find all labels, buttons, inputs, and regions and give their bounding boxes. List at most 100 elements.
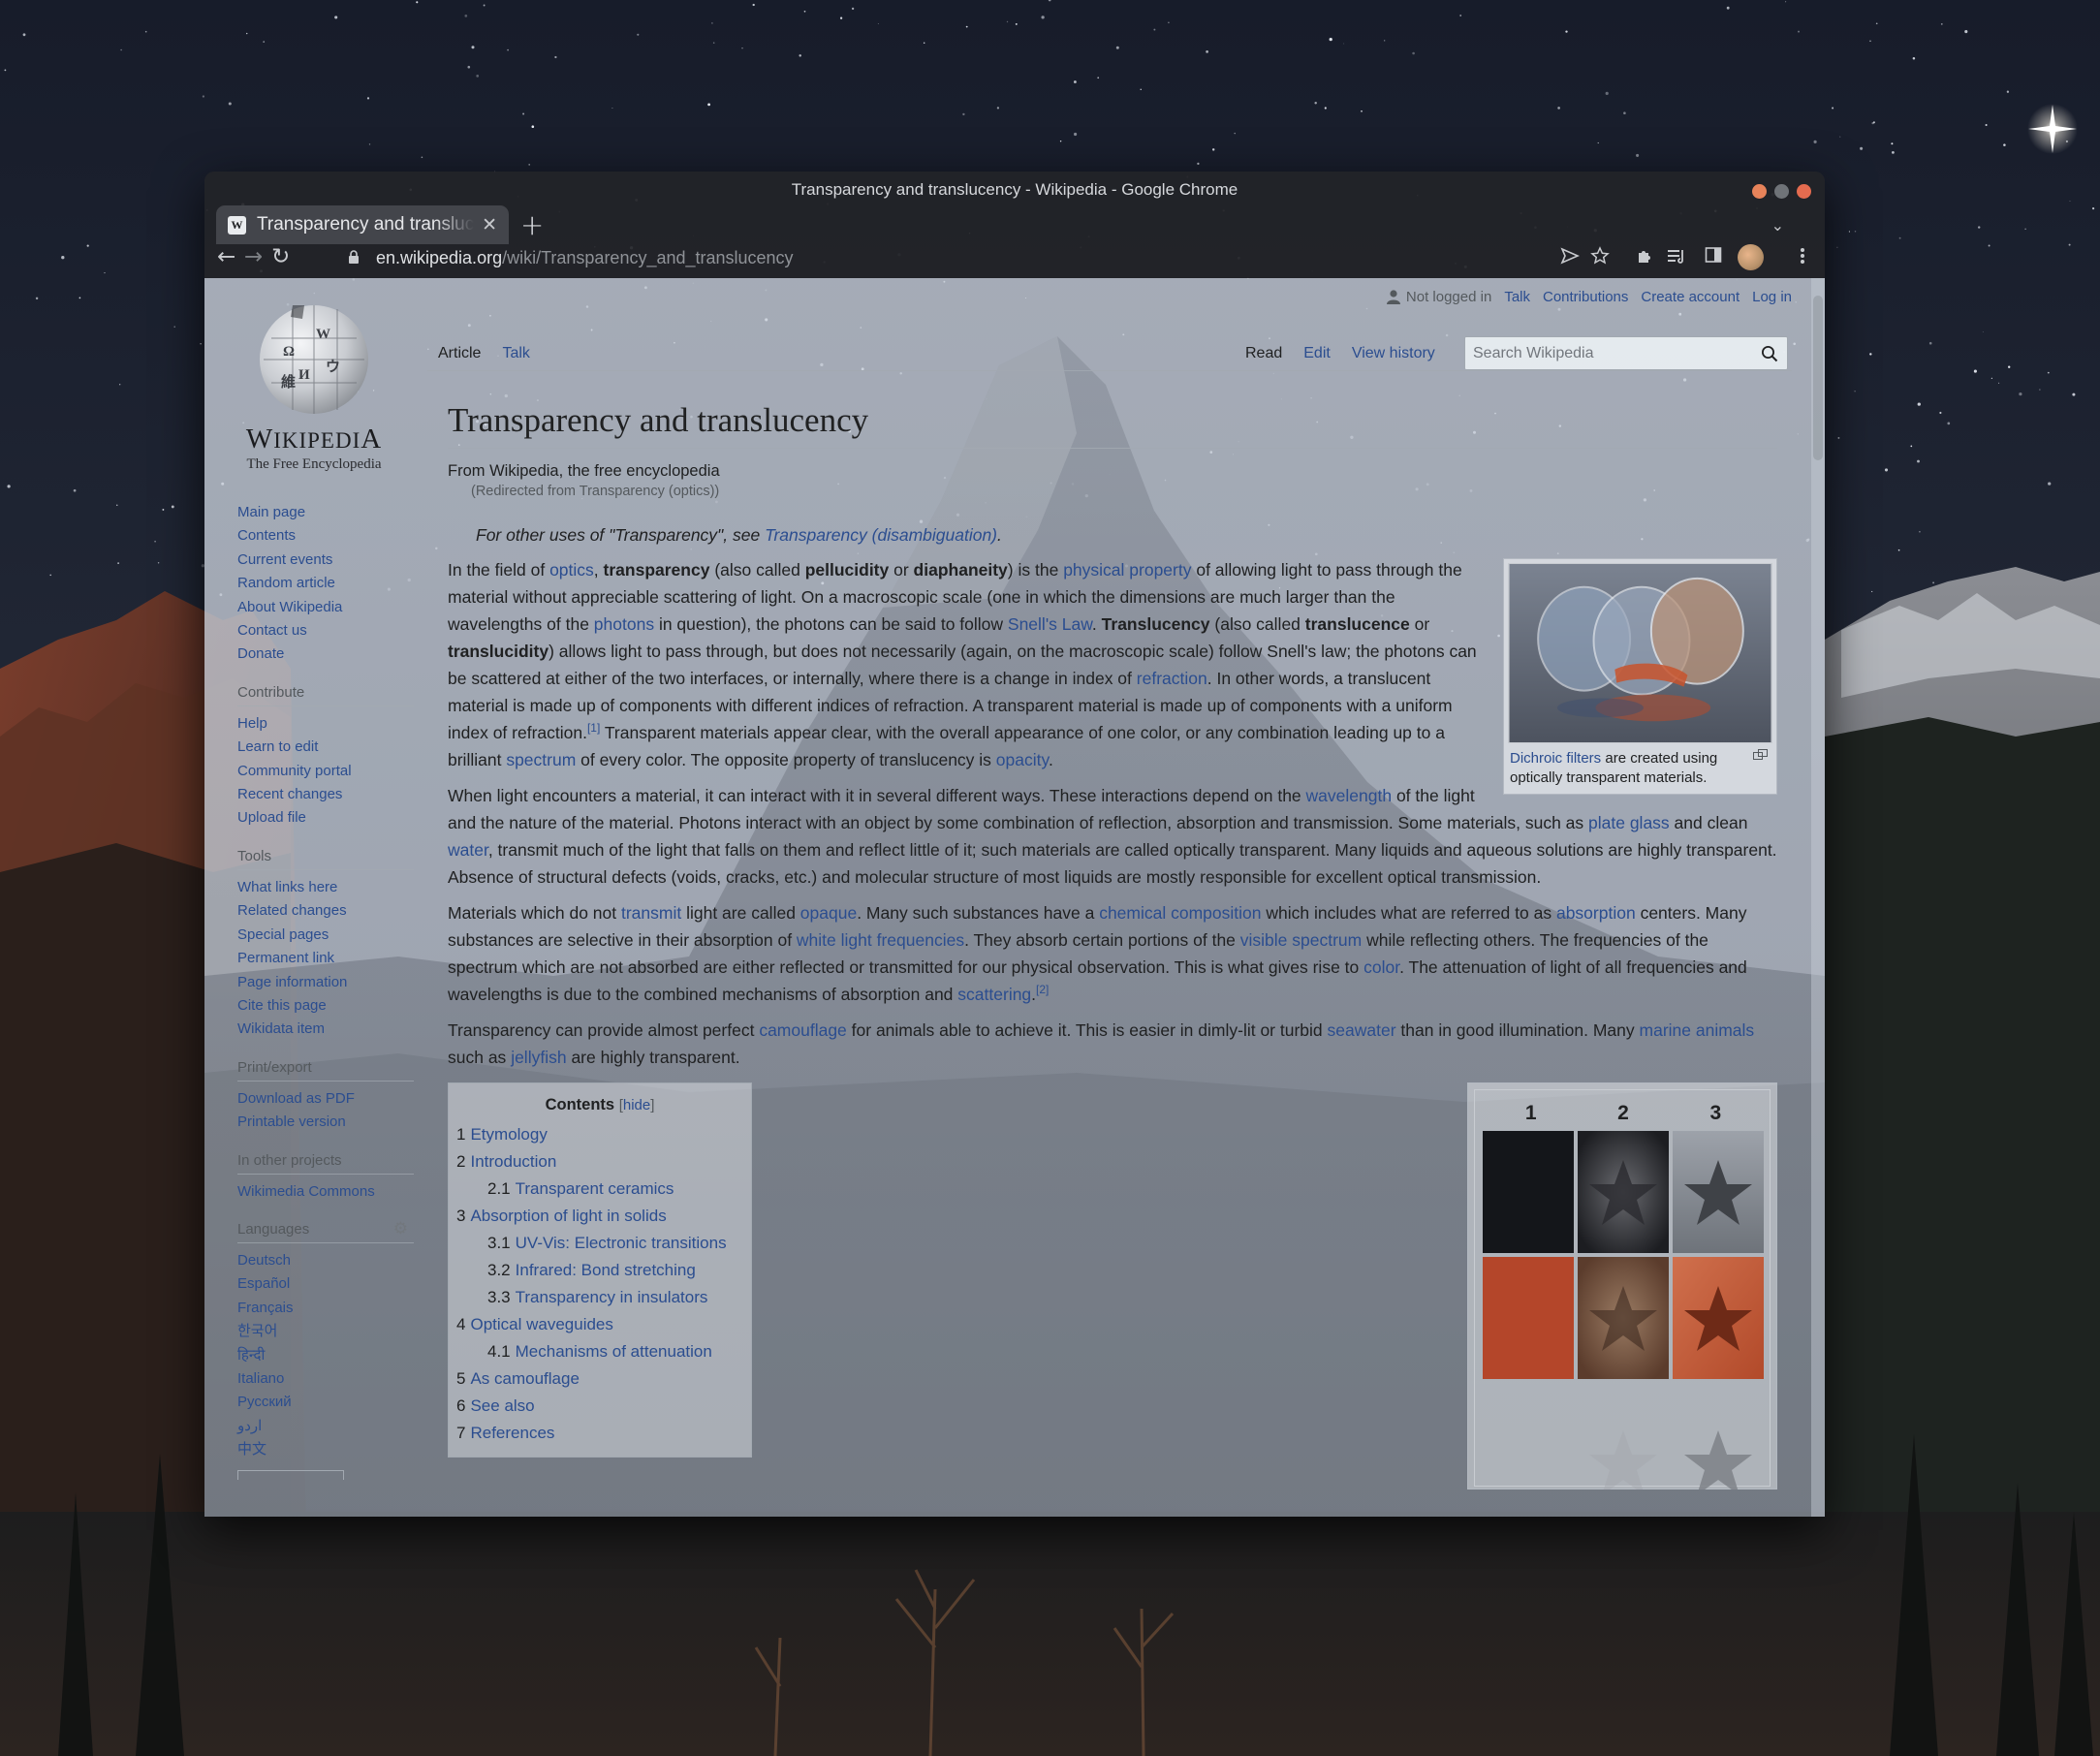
link-white-light-frequencies[interactable]: white light frequencies [797,930,964,950]
link-camouflage[interactable]: camouflage [759,1020,846,1040]
sidebar-item-community-portal[interactable]: Community portal [237,760,414,783]
citation-link[interactable]: [1] [587,721,600,735]
sidebar-item-recent-changes[interactable]: Recent changes [237,783,414,806]
sidebar-item-cite-this-page[interactable]: Cite this page [237,994,414,1018]
maximize-button[interactable] [1774,184,1789,199]
close-window-button[interactable] [1797,184,1811,199]
user-talk-link[interactable]: Talk [1504,289,1530,305]
sidebar-item-download-as-pdf[interactable]: Download as PDF [237,1087,414,1111]
language-settings-gear-icon[interactable]: ⚙ [393,1219,408,1239]
language-link-4[interactable]: हिन्दी [237,1344,414,1367]
close-tab-icon[interactable]: ✕ [482,214,497,235]
toc-item[interactable]: 2.1 Transparent ceramics [456,1176,743,1203]
tab-search-chevron-icon[interactable]: ⌄ [1771,216,1784,235]
star-grid-image[interactable] [1483,1131,1764,1489]
create-account-link[interactable]: Create account [1641,289,1740,305]
link-transmit[interactable]: transmit [621,903,681,923]
language-link-deutsch[interactable]: Deutsch [237,1249,414,1272]
toc-item[interactable]: 3.3 Transparency in insulators [456,1284,743,1311]
menu-icon[interactable] [1800,246,1805,266]
toc-item[interactable]: 3.2 Infrared: Bond stretching [456,1257,743,1284]
link-marine-animals[interactable]: marine animals [1640,1020,1755,1040]
sidebar-item-contact-us[interactable]: Contact us [237,619,414,643]
sidebar-item-random-article[interactable]: Random article [237,572,414,595]
link-opacity[interactable]: opacity [996,750,1049,769]
link-optics[interactable]: optics [549,560,594,580]
sidebar-item-main-page[interactable]: Main page [237,501,414,524]
forward-button[interactable]: → [244,244,263,269]
language-link-espa-ol[interactable]: Español [237,1272,414,1296]
edit-links-box[interactable] [237,1469,344,1480]
toc-item[interactable]: 1 Etymology [456,1121,743,1148]
link-opaque[interactable]: opaque [800,903,857,923]
link-refraction[interactable]: refraction [1137,669,1207,688]
language-link-3[interactable]: 한국어 [237,1320,414,1343]
sidebar-item-special-pages[interactable]: Special pages [237,924,414,947]
link-absorption[interactable]: absorption [1556,903,1636,923]
browser-tab-active[interactable]: W Transparency and translucency - Wikipe… [216,205,509,244]
link-physical-property[interactable]: physical property [1063,560,1191,580]
back-button[interactable]: ← [217,244,235,269]
sidebar-item-what-links-here[interactable]: What links here [237,876,414,899]
sidebar-item-learn-to-edit[interactable]: Learn to edit [237,736,414,759]
link-water[interactable]: water [448,840,488,860]
language-link-italiano[interactable]: Italiano [237,1367,414,1391]
toc-item[interactable]: 3.1 UV-Vis: Electronic transitions [456,1230,743,1257]
reading-list-icon[interactable] [1666,246,1687,266]
search-input[interactable] [1465,337,1746,369]
toc-item[interactable]: 4.1 Mechanisms of attenuation [456,1338,743,1365]
sidebar-item-help[interactable]: Help [237,712,414,736]
sidebar-item-wikidata-item[interactable]: Wikidata item [237,1018,414,1041]
lock-icon[interactable] [348,250,360,265]
tab-read[interactable]: Read [1235,339,1293,370]
sidebar-item-current-events[interactable]: Current events [237,549,414,572]
sidebar-item-page-information[interactable]: Page information [237,971,414,994]
toc-hide-link[interactable]: hide [623,1097,650,1113]
link-seawater[interactable]: seawater [1328,1020,1396,1040]
toc-item[interactable]: 7 References [456,1420,743,1447]
sidebar-item-wikimedia-commons[interactable]: Wikimedia Commons [237,1180,414,1204]
enlarge-icon[interactable] [1753,749,1769,761]
side-panel-icon[interactable] [1705,246,1722,264]
language-link-fran-ais[interactable]: Français [237,1297,414,1320]
toc-item[interactable]: 2 Introduction [456,1148,743,1176]
url-field[interactable]: en.wikipedia.org/wiki/Transparency_and_t… [376,248,794,268]
sidebar-item-related-changes[interactable]: Related changes [237,899,414,923]
dichroic-filters-image[interactable] [1508,563,1772,743]
tab-talk[interactable]: Talk [491,339,540,370]
citation-link[interactable]: [2] [1036,983,1049,996]
hatnote-link[interactable]: Transparency (disambiguation) [765,525,997,545]
link-spectrum[interactable]: spectrum [506,750,576,769]
bookmark-star-icon[interactable] [1590,246,1610,266]
sidebar-item-permanent-link[interactable]: Permanent link [237,947,414,970]
link-snell-s-law[interactable]: Snell's Law [1008,614,1092,634]
wikipedia-logo[interactable]: Ω W Иウ維 WIKIPEDIA The Free Encyclopedia [232,299,396,473]
toc-item[interactable]: 4 Optical waveguides [456,1311,743,1338]
language-link-7[interactable]: اردو [237,1415,414,1438]
search-icon[interactable] [1761,345,1778,362]
toc-item[interactable]: 3 Absorption of light in solids [456,1203,743,1230]
link-chemical-composition[interactable]: chemical composition [1099,903,1261,923]
language-link-8[interactable]: 中文 [237,1438,414,1461]
sidebar-item-contents[interactable]: Contents [237,524,414,548]
link-visible-spectrum[interactable]: visible spectrum [1240,930,1362,950]
sidebar-item-printable-version[interactable]: Printable version [237,1111,414,1134]
send-icon[interactable] [1560,246,1580,266]
link-plate-glass[interactable]: plate glass [1588,813,1670,832]
sidebar-item-upload-file[interactable]: Upload file [237,806,414,830]
link-color[interactable]: color [1363,957,1399,977]
log-in-link[interactable]: Log in [1752,289,1792,305]
link-scattering[interactable]: scattering [957,985,1031,1004]
tab-view-history[interactable]: View history [1341,339,1446,370]
tab-article[interactable]: Article [427,339,491,370]
user-contributions-link[interactable]: Contributions [1543,289,1628,305]
minimize-button[interactable] [1752,184,1767,199]
toc-item[interactable]: 6 See also [456,1393,743,1420]
link-wavelength[interactable]: wavelength [1306,786,1393,805]
tab-edit[interactable]: Edit [1293,339,1341,370]
link-photons[interactable]: photons [594,614,654,634]
page-scrollbar[interactable] [1811,278,1825,1517]
scrollbar-thumb[interactable] [1813,296,1823,460]
sidebar-item-donate[interactable]: Donate [237,643,414,666]
link-jellyfish[interactable]: jellyfish [511,1048,566,1067]
